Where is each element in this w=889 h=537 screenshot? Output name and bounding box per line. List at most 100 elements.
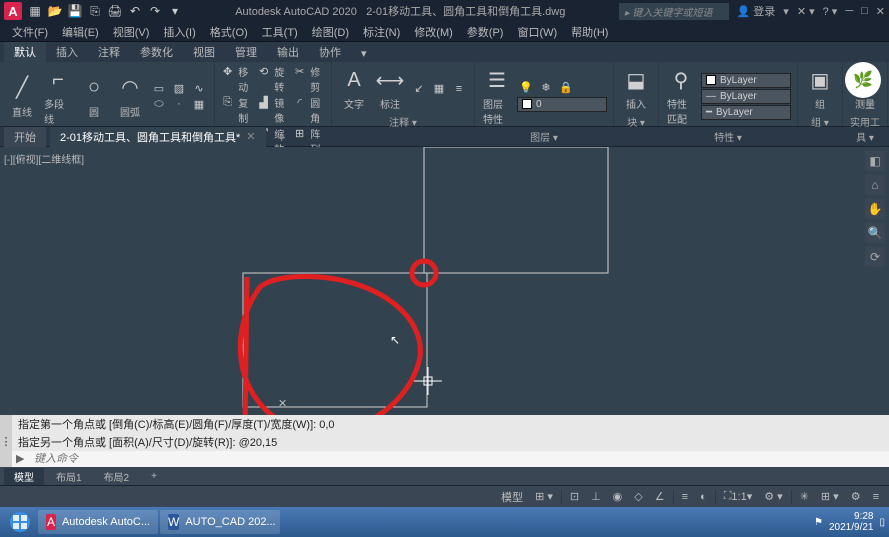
color-dropdown[interactable]: ByLayer	[701, 73, 791, 88]
nav-pan-icon[interactable]: ✋	[865, 199, 885, 219]
leader-icon[interactable]: ↙	[410, 82, 428, 96]
ribbon-tab-output[interactable]: 输出	[267, 42, 309, 62]
dim-button[interactable]: ⟷标注	[374, 64, 406, 113]
ribbon-tab-collab[interactable]: 协作	[309, 42, 351, 62]
help-icon[interactable]: ? ▾	[823, 5, 838, 18]
close-icon[interactable]: ✕	[876, 5, 885, 18]
tray-flag-icon[interactable]: ⚑	[814, 517, 823, 528]
status-osnap-icon[interactable]: ◇	[630, 488, 646, 505]
panel-block-label[interactable]: 块 ▾	[620, 113, 652, 130]
panel-util-label[interactable]: 实用工具 ▾	[849, 113, 881, 145]
menu-modify[interactable]: 修改(M)	[408, 22, 459, 42]
qat-print-icon[interactable]: 🖨	[108, 4, 122, 18]
drawing-canvas[interactable]: [-][俯视][二维线框] 🌿 ✕ ↖ ◧ ⌂ ✋ 🔍 ⟳	[0, 147, 889, 415]
task-autocad[interactable]: A Autodesk AutoC...	[38, 510, 158, 534]
nav-orbit-icon[interactable]: ⟳	[865, 247, 885, 267]
text-button[interactable]: A文字	[338, 64, 370, 113]
status-custom-icon[interactable]: ≡	[869, 489, 883, 505]
layer-props-button[interactable]: ☰图层特性	[481, 64, 513, 128]
panel-layer-label[interactable]: 图层 ▾	[481, 128, 607, 145]
menu-draw[interactable]: 绘图(D)	[306, 22, 355, 42]
status-model-button[interactable]: 模型	[497, 487, 527, 507]
nav-full-icon[interactable]: ⌂	[865, 175, 885, 195]
lineweight-dropdown[interactable]: ━ ByLayer	[701, 105, 791, 120]
task-word[interactable]: W AUTO_CAD 202...	[160, 510, 280, 534]
match-props-button[interactable]: ⚲特性匹配	[665, 64, 697, 128]
status-transparency-icon[interactable]: ◐	[696, 489, 711, 505]
nav-zoom-icon[interactable]: 🔍	[865, 223, 885, 243]
status-gear-icon[interactable]: ⚙ ▾	[760, 488, 786, 505]
array-icon[interactable]: ⊞	[293, 126, 306, 140]
maximize-icon[interactable]: □	[861, 5, 868, 17]
tray-showdesktop-icon[interactable]: ▯	[879, 517, 885, 528]
layout-tab-1[interactable]: 布局1	[46, 468, 92, 485]
linetype-dropdown[interactable]: — ByLayer	[701, 89, 791, 104]
layer-lock-icon[interactable]: 🔒	[557, 81, 575, 95]
layout-tab-model[interactable]: 模型	[4, 468, 44, 485]
layout-tab-add[interactable]: +	[141, 470, 167, 483]
insert-button[interactable]: ⬓插入	[620, 64, 652, 113]
status-snap-icon[interactable]: ⊡	[566, 488, 583, 505]
tray-clock[interactable]: 9:28 2021/9/21	[829, 511, 874, 533]
ribbon-tab-annotate[interactable]: 注释	[88, 42, 130, 62]
menu-dim[interactable]: 标注(N)	[357, 22, 406, 42]
file-tab-start[interactable]: 开始	[4, 127, 46, 147]
file-tab-close-icon[interactable]: ✕	[246, 130, 255, 143]
region-icon[interactable]: ▦	[190, 97, 208, 111]
file-tab-document[interactable]: 2-01移动工具、圆角工具和倒角工具* ✕	[50, 127, 266, 147]
circle-button[interactable]: ○圆	[78, 72, 110, 121]
mtext-icon[interactable]: ≡	[450, 82, 468, 96]
line-button[interactable]: ╱直线	[6, 72, 38, 121]
move-icon[interactable]: ✥	[221, 64, 234, 78]
menu-edit[interactable]: 编辑(E)	[56, 22, 105, 42]
ribbon-tab-manage[interactable]: 管理	[225, 42, 267, 62]
status-annotation-icon[interactable]: ✳	[796, 488, 813, 505]
command-input[interactable]	[34, 453, 885, 465]
menu-window[interactable]: 窗口(W)	[511, 22, 563, 42]
menu-tools[interactable]: 工具(T)	[256, 22, 304, 42]
qat-dropdown-icon[interactable]: ▾	[168, 4, 182, 18]
polyline-button[interactable]: ⌐多段线	[42, 64, 74, 128]
panel-annot-label[interactable]: 注释 ▾	[338, 113, 468, 130]
menu-format[interactable]: 格式(O)	[204, 22, 254, 42]
nav-viewcube-icon[interactable]: ◧	[865, 151, 885, 171]
qat-redo-icon[interactable]: ↷	[148, 4, 162, 18]
hatch-icon[interactable]: ▨	[170, 81, 188, 95]
qat-undo-icon[interactable]: ↶	[128, 4, 142, 18]
arc-button[interactable]: ◠圆弧	[114, 72, 146, 121]
trim-icon[interactable]: ✂	[293, 64, 306, 78]
menu-param[interactable]: 参数(P)	[461, 22, 510, 42]
status-lineweight-icon[interactable]: ≡	[678, 489, 692, 505]
status-track-icon[interactable]: ∠	[651, 488, 669, 505]
qat-saveas-icon[interactable]: ⎘	[88, 4, 102, 18]
command-handle-icon[interactable]: ⋮	[0, 415, 12, 467]
status-ortho-icon[interactable]: ⊥	[587, 488, 605, 505]
qat-save-icon[interactable]: 💾	[68, 4, 82, 18]
status-workspace-icon[interactable]: ⚙	[847, 488, 865, 505]
qat-open-icon[interactable]: 📂	[48, 4, 62, 18]
fillet-icon[interactable]: ◜	[293, 95, 306, 109]
panel-props-label[interactable]: 特性 ▾	[665, 128, 791, 145]
ribbon-tab-view[interactable]: 视图	[183, 42, 225, 62]
qat-new-icon[interactable]: ▦	[28, 4, 42, 18]
exchange-icon[interactable]: ✕ ▾	[797, 5, 815, 18]
status-scale-button[interactable]: ⛶ 1:1 ▾	[720, 488, 757, 505]
layer-dropdown[interactable]: 0	[517, 97, 607, 112]
menu-view[interactable]: 视图(V)	[107, 22, 156, 42]
rect-icon[interactable]: ▭	[150, 81, 168, 95]
layer-freeze-icon[interactable]: ❄	[537, 81, 555, 95]
mirror-icon[interactable]: ▟	[257, 95, 270, 109]
app-logo[interactable]: A	[4, 2, 22, 20]
layout-tab-2[interactable]: 布局2	[94, 468, 140, 485]
ribbon-tab-insert[interactable]: 插入	[46, 42, 88, 62]
menu-help[interactable]: 帮助(H)	[565, 22, 614, 42]
table-icon[interactable]: ▦	[430, 82, 448, 96]
status-units-icon[interactable]: ⊞ ▾	[817, 488, 843, 505]
copy-icon[interactable]: ⎘	[221, 95, 234, 109]
status-grid-icon[interactable]: ⊞ ▾	[531, 488, 557, 505]
ellipse-icon[interactable]: ⬭	[150, 97, 168, 111]
menu-insert[interactable]: 插入(I)	[157, 22, 201, 42]
group-button[interactable]: ▣组	[804, 64, 836, 113]
ribbon-tab-more[interactable]: ▾	[351, 45, 377, 62]
login-button[interactable]: 👤 登录	[737, 3, 776, 19]
